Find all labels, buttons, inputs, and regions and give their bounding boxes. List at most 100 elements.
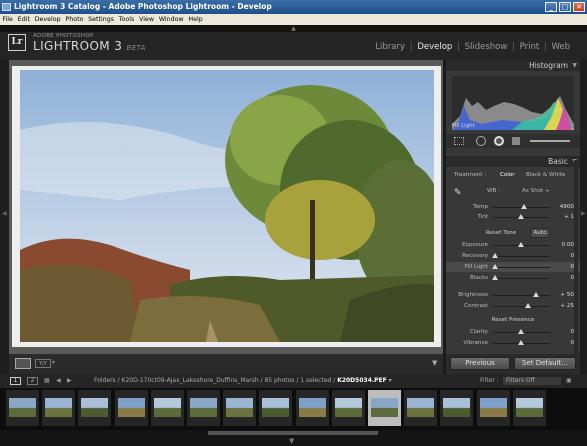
landscape-photo[interactable]	[20, 70, 434, 342]
filmstrip-thumbnail[interactable]	[476, 390, 510, 426]
filmstrip-thumbnail[interactable]	[6, 390, 39, 426]
filmstrip-thumbnail[interactable]	[187, 390, 220, 426]
exposure-slider[interactable]: Exposure 0.00	[446, 240, 580, 250]
exposure-value[interactable]: 0.00	[550, 240, 574, 250]
menu-view[interactable]: View	[137, 14, 157, 25]
slider-track[interactable]	[492, 305, 550, 307]
contrast-value[interactable]: + 25	[550, 301, 574, 311]
treatment-color[interactable]: Color	[500, 172, 515, 178]
slider-knob[interactable]	[520, 204, 527, 209]
collapse-icon[interactable]: ▼	[572, 60, 577, 71]
module-web[interactable]: Web	[550, 42, 571, 52]
panel-scrollbar[interactable]	[574, 160, 578, 360]
histogram-graph[interactable]	[452, 76, 574, 130]
bottom-panel-toggle[interactable]: ▼	[0, 430, 587, 446]
maximize-button[interactable]: □	[559, 2, 571, 12]
top-panel-toggle[interactable]: ▲	[0, 25, 587, 32]
adjustment-brush-icon[interactable]	[530, 140, 570, 142]
filmstrip-thumbnail[interactable]	[368, 390, 401, 426]
menu-settings[interactable]: Settings	[86, 14, 117, 25]
grid-icon[interactable]: ▦	[44, 374, 50, 388]
loupe-view-icon[interactable]	[15, 358, 31, 369]
slider-knob[interactable]	[491, 275, 498, 280]
filmstrip-path[interactable]: Folders / K20D-170ct09-Ajax_Lakeshore_Du…	[94, 374, 392, 388]
filmstrip-thumbnail[interactable]	[331, 390, 365, 426]
main-window-button[interactable]: 1	[10, 377, 21, 385]
crop-overlay-icon[interactable]	[454, 137, 464, 145]
second-window-button[interactable]: 2	[27, 377, 38, 385]
toolbar-menu-icon[interactable]: ▼	[432, 359, 437, 367]
before-after-icon[interactable]: Y|Y	[35, 359, 51, 368]
contrast-slider[interactable]: Contrast + 25	[446, 301, 580, 311]
module-print[interactable]: Print	[519, 42, 541, 52]
filter-lock-icon[interactable]: ▣	[566, 374, 572, 388]
vibrance-value[interactable]: 0	[550, 338, 574, 348]
slider-knob[interactable]	[518, 340, 524, 345]
wb-select[interactable]: As Shot ÷	[522, 188, 550, 194]
menu-file[interactable]: File	[0, 14, 15, 25]
slider-knob[interactable]	[491, 253, 498, 258]
module-library[interactable]: Library	[374, 42, 406, 52]
temp-slider[interactable]: Temp 4900	[446, 202, 580, 212]
filmstrip-thumbnail[interactable]	[259, 390, 293, 426]
blacks-value[interactable]: 0	[550, 273, 574, 283]
filmstrip-thumbnail[interactable]	[150, 390, 184, 426]
filmstrip-thumbnail[interactable]	[404, 390, 438, 426]
filllight-value[interactable]: 0	[550, 262, 574, 272]
left-panel-toggle[interactable]: ◀	[0, 60, 9, 374]
filmstrip-thumbnail[interactable]	[223, 390, 257, 426]
filllight-slider[interactable]: Fill Light 0	[446, 262, 580, 272]
slider-knob[interactable]	[532, 292, 539, 297]
slider-track[interactable]	[492, 294, 550, 296]
reset-tone-label[interactable]: Reset Tone	[446, 230, 580, 236]
clarity-value[interactable]: 0	[550, 327, 574, 337]
slider-knob[interactable]	[518, 242, 524, 247]
previous-button[interactable]: Previous	[450, 357, 510, 370]
module-slideshow[interactable]: Slideshow	[464, 42, 509, 52]
filmstrip-thumbnail[interactable]	[42, 390, 76, 426]
menu-photo[interactable]: Photo	[63, 14, 86, 25]
filmstrip-thumbnail[interactable]	[295, 390, 329, 426]
histogram-header[interactable]: Histogram ▼	[446, 60, 580, 71]
right-panel-toggle[interactable]: ▶	[580, 60, 587, 374]
forward-arrow-icon[interactable]: ▶	[67, 374, 72, 388]
slider-track[interactable]	[492, 277, 550, 279]
slider-knob[interactable]	[518, 214, 524, 219]
brightness-slider[interactable]: Brightness + 50	[446, 290, 580, 300]
filter-select[interactable]: Filters Off	[503, 377, 561, 385]
minimize-button[interactable]: _	[545, 2, 557, 12]
tint-slider[interactable]: Tint + 1	[446, 212, 580, 222]
close-button[interactable]: ✕	[573, 2, 585, 12]
menu-tools[interactable]: Tools	[116, 14, 136, 25]
basic-header[interactable]: Basic▼	[446, 156, 580, 167]
temp-value[interactable]: 4900	[550, 202, 574, 212]
slider-track[interactable]	[492, 255, 550, 257]
slider-knob[interactable]	[524, 303, 531, 308]
filmstrip-thumbnail[interactable]	[78, 390, 112, 426]
slider-knob[interactable]	[518, 329, 524, 334]
slider-knob[interactable]	[491, 264, 498, 269]
filmstrip-scrollbar[interactable]	[208, 431, 378, 435]
reset-presence-label[interactable]: Reset Presence	[446, 317, 580, 323]
brightness-value[interactable]: + 50	[550, 290, 574, 300]
vibrance-slider[interactable]: Vibrance 0	[446, 338, 580, 348]
auto-tone-button[interactable]: Auto	[530, 228, 550, 238]
back-arrow-icon[interactable]: ◀	[56, 374, 61, 388]
filmstrip-thumbnail[interactable]	[114, 390, 148, 426]
red-eye-icon[interactable]	[494, 136, 504, 146]
clarity-slider[interactable]: Clarity 0	[446, 327, 580, 337]
treatment-bw[interactable]: Black & White	[526, 172, 565, 178]
menu-window[interactable]: Window	[156, 14, 186, 25]
recovery-slider[interactable]: Recovery 0	[446, 251, 580, 261]
view-options-icon[interactable]: ▾	[52, 359, 55, 366]
spot-removal-icon[interactable]	[476, 136, 486, 146]
collapse-arrow-icon[interactable]: ▼	[289, 436, 294, 446]
filmstrip-thumbnail[interactable]	[512, 390, 546, 426]
menu-help[interactable]: Help	[186, 14, 205, 25]
tint-value[interactable]: + 1	[550, 212, 574, 222]
graduated-filter-icon[interactable]	[512, 137, 520, 145]
filmstrip-thumbnail[interactable]	[440, 390, 474, 426]
blacks-slider[interactable]: Blacks 0	[446, 273, 580, 283]
menu-develop[interactable]: Develop	[32, 14, 63, 25]
eyedropper-icon[interactable]: ✎	[454, 188, 462, 198]
